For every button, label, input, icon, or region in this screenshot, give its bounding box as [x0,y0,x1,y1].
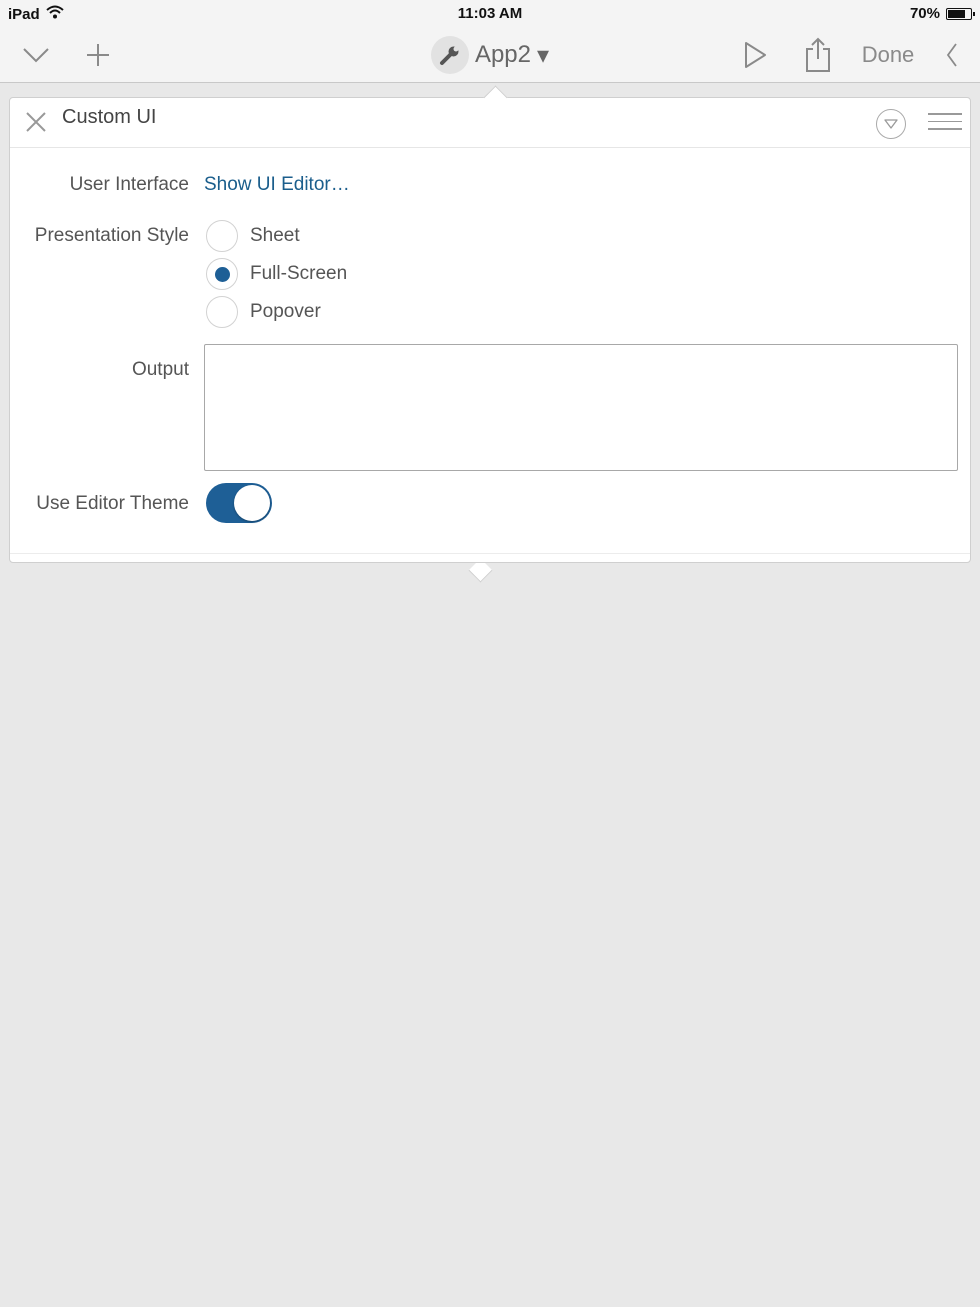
presentation-style-label: Presentation Style [34,225,189,246]
use-editor-theme-toggle[interactable] [206,483,272,523]
show-ui-editor-link[interactable]: Show UI Editor… [204,174,350,196]
app-title-caret[interactable]: ▾ [537,41,549,70]
status-right: 70% [909,5,975,22]
radio-button[interactable] [206,296,238,328]
panel-divider [10,553,970,554]
radio-option-full-screen[interactable]: Full-Screen [206,258,347,290]
done-button[interactable]: Done [856,36,920,74]
battery-icon [946,7,975,20]
panel-header: Custom UI [10,98,970,148]
custom-ui-panel: Custom UI User Interface Show UI Editor…… [9,85,971,563]
panel-title: Custom UI [62,106,157,128]
toggle-knob [234,485,270,521]
radio-label: Full-Screen [250,263,348,284]
radio-button-selected[interactable] [206,258,238,290]
radio-label: Sheet [250,225,300,246]
chevron-left-icon[interactable] [940,36,964,74]
use-editor-theme-label: Use Editor Theme [36,493,189,514]
toolbar: App2 ▾ Done [0,28,980,83]
radio-selected-dot [214,266,230,282]
user-interface-label: User Interface [69,174,189,195]
battery-percent: 70% [909,5,940,22]
status-bar: iPad 11:03 AM 70% [0,0,980,28]
radio-option-sheet[interactable]: Sheet [206,220,300,252]
hamburger-icon[interactable] [928,113,962,135]
collapse-icon[interactable] [876,109,906,139]
radio-option-popover[interactable]: Popover [206,296,321,328]
app-title[interactable]: App2 [475,41,531,69]
radio-button[interactable] [206,220,238,252]
output-field[interactable] [204,344,958,471]
close-icon[interactable] [24,110,48,134]
share-icon[interactable] [802,36,834,74]
play-icon[interactable] [738,36,772,74]
radio-label: Popover [250,301,321,322]
status-time: 11:03 AM [457,5,523,22]
wrench-icon[interactable] [430,36,469,74]
output-label: Output [131,359,189,380]
